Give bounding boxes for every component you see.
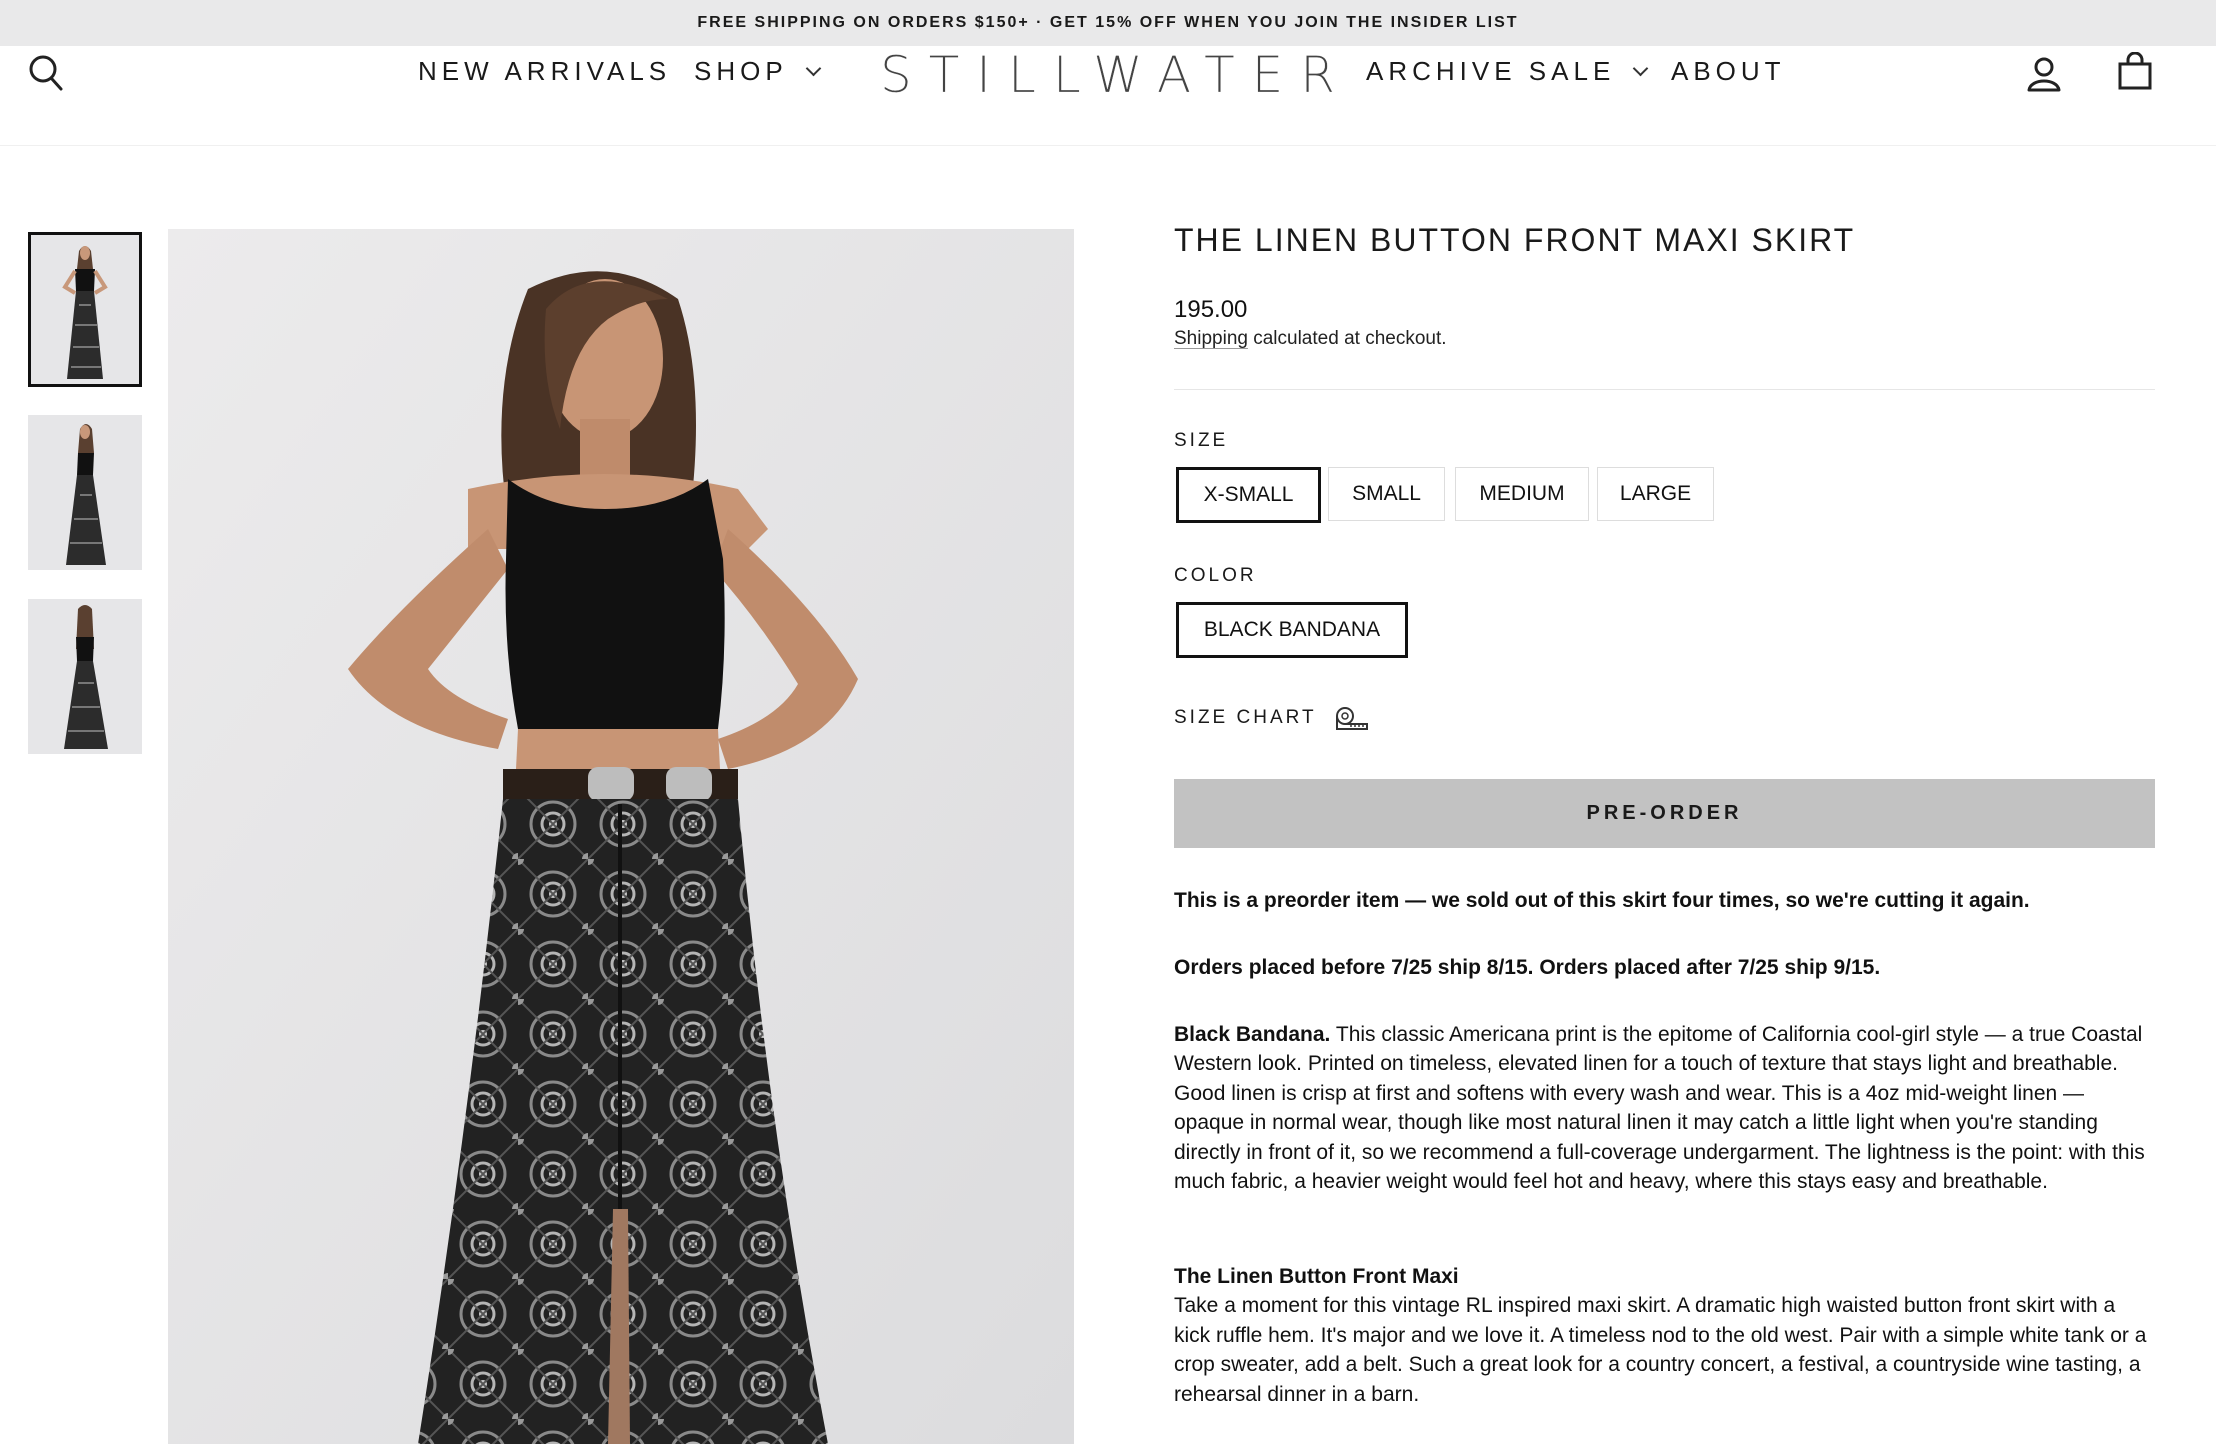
preorder-note: This is a preorder item — we sold out of…: [1174, 886, 2155, 915]
style-description: The Linen Button Front Maxi Take a moment…: [1174, 1262, 2155, 1409]
shipping-note-text: calculated at checkout.: [1247, 328, 1447, 349]
size-option-small[interactable]: SMALL: [1328, 467, 1445, 521]
color-label: COLOR: [1174, 565, 1257, 586]
shipping-note: Shipping calculated at checkout.: [1174, 328, 1447, 350]
thumbnail-front[interactable]: [28, 232, 142, 387]
logo[interactable]: STILLWATER: [880, 46, 1335, 104]
main-product-image[interactable]: [168, 229, 1074, 1444]
color-option-black-bandana[interactable]: BLACK BANDANA: [1176, 602, 1408, 658]
product-title: THE LINEN BUTTON FRONT MAXI SKIRT: [1174, 222, 1856, 258]
nav-archive-sale-label: ARCHIVE SALE: [1366, 56, 1616, 86]
nav-archive-sale[interactable]: ARCHIVE SALE: [1366, 56, 1649, 87]
size-chart-link[interactable]: SIZE CHART: [1174, 706, 1369, 730]
measuring-tape-icon: [1335, 706, 1369, 730]
account-icon[interactable]: [2027, 56, 2061, 97]
preorder-button[interactable]: PRE-ORDER: [1174, 779, 2155, 848]
style-heading: The Linen Button Front Maxi: [1174, 1265, 1459, 1288]
print-heading: Black Bandana.: [1174, 1023, 1331, 1046]
product-price: 195.00: [1174, 296, 1248, 323]
size-chart-label: SIZE CHART: [1174, 707, 1317, 728]
nav-shop[interactable]: SHOP: [694, 56, 821, 87]
announcement-bar: FREE SHIPPING ON ORDERS $150+ · GET 15% …: [0, 0, 2216, 46]
nav-about[interactable]: ABOUT: [1671, 56, 1786, 87]
print-text: This classic Americana print is the epit…: [1174, 1023, 2145, 1194]
cart-icon[interactable]: [2118, 51, 2152, 95]
thumbnail-back[interactable]: [28, 599, 142, 754]
preorder-note-text: This is a preorder item — we sold out of…: [1174, 889, 2030, 912]
shipping-link[interactable]: Shipping: [1174, 328, 1248, 349]
print-description: Black Bandana. This classic Americana pr…: [1174, 1020, 2155, 1196]
size-label: SIZE: [1174, 430, 1229, 451]
nav-shop-label: SHOP: [694, 56, 788, 86]
size-option-large[interactable]: LARGE: [1597, 467, 1714, 521]
divider: [1174, 389, 2155, 390]
announcement-text: FREE SHIPPING ON ORDERS $150+ · GET 15% …: [697, 14, 1519, 31]
chevron-down-icon: [1633, 60, 1649, 77]
nav-new-arrivals[interactable]: NEW ARRIVALS: [418, 56, 671, 87]
ship-dates-text: Orders placed before 7/25 ship 8/15. Ord…: [1174, 956, 1881, 979]
size-option-x-small[interactable]: X-SMALL: [1176, 467, 1321, 523]
site-header: NEW ARRIVALS SHOP STILLWATER ARCHIVE SAL…: [0, 46, 2216, 146]
ship-dates: Orders placed before 7/25 ship 8/15. Ord…: [1174, 953, 2155, 982]
thumbnail-side[interactable]: [28, 415, 142, 570]
size-option-medium[interactable]: MEDIUM: [1455, 467, 1589, 521]
search-icon[interactable]: [28, 54, 64, 97]
style-text: Take a moment for this vintage RL inspir…: [1174, 1294, 2147, 1406]
chevron-down-icon: [805, 60, 821, 77]
